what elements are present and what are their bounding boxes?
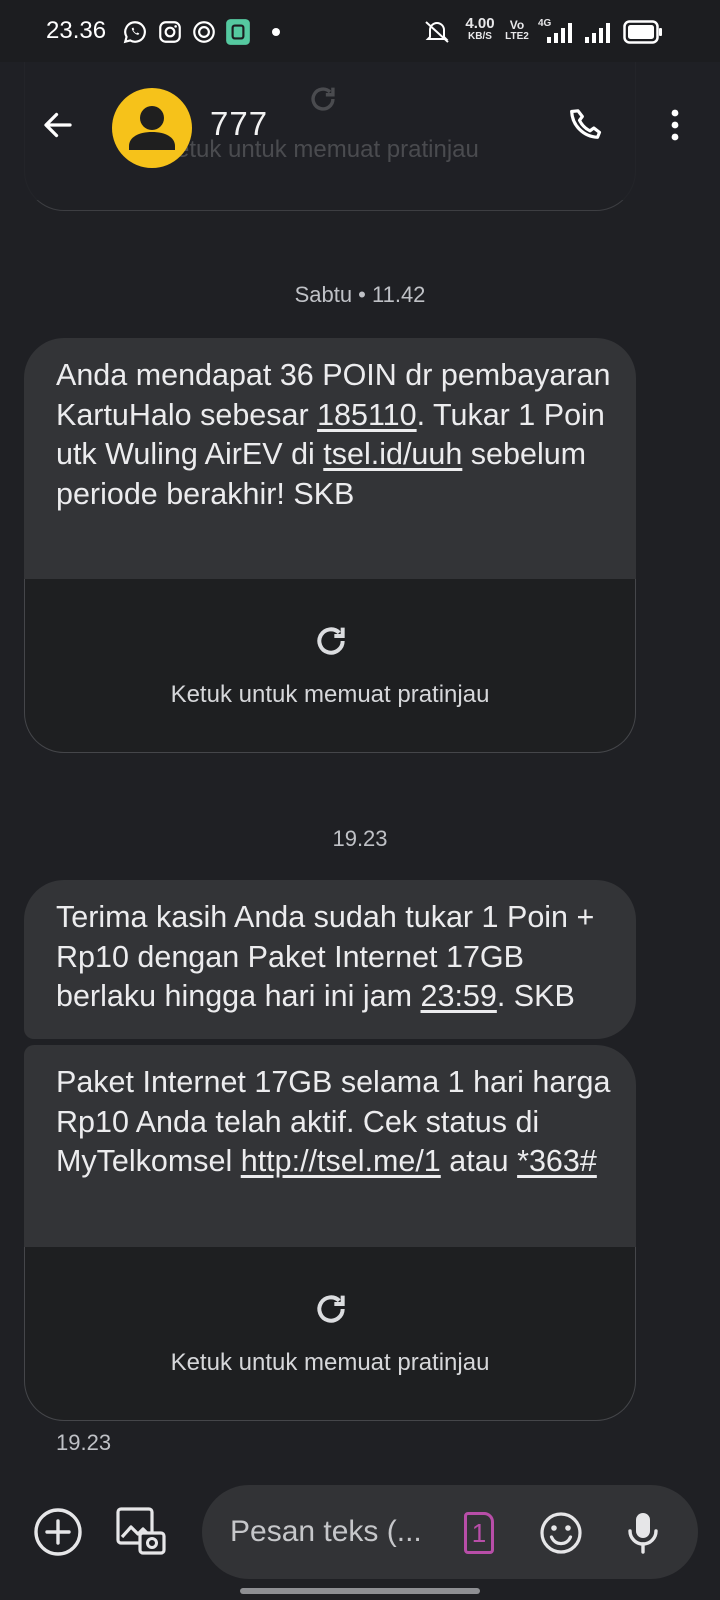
phone-icon — [570, 109, 602, 139]
sim-selector-button[interactable]: 1 — [464, 1512, 494, 1554]
battery-icon — [623, 20, 662, 44]
add-circle-icon — [34, 1508, 82, 1556]
message-link[interactable]: 23:59 — [421, 979, 497, 1013]
instagram-icon — [159, 21, 181, 43]
message-link[interactable]: http://tsel.me/1 — [241, 1144, 441, 1178]
emoji-button[interactable] — [532, 1504, 590, 1562]
message-bubble[interactable]: Terima kasih Anda sudah tukar 1 Poin + R… — [24, 880, 636, 1039]
top-app-bar — [0, 62, 720, 200]
status-bar — [0, 0, 720, 62]
notification-dot-icon — [272, 28, 280, 36]
message-input-placeholder[interactable]: Pesan teks (... — [230, 1515, 440, 1549]
preview-label: Ketuk untuk memuat pratinjau — [170, 1349, 490, 1376]
preview-label: Ketuk untuk memuat pratinjau — [170, 681, 490, 708]
message-link[interactable]: 185110 — [317, 398, 417, 432]
voice-input-button[interactable] — [614, 1504, 672, 1562]
message-link[interactable]: *363# — [517, 1144, 597, 1178]
refresh-icon — [311, 87, 335, 111]
call-button[interactable] — [562, 100, 612, 150]
signal-icon — [585, 23, 610, 43]
link-preview-card[interactable]: Ketuk untuk memuat pratinjau — [24, 1247, 636, 1421]
signal-icon — [547, 23, 572, 43]
emoji-icon — [540, 1512, 582, 1554]
previous-preview-text: Ketuk untuk memuat pratinjau — [160, 136, 479, 163]
net-speed: 4.00 KB/S — [465, 15, 495, 42]
status-time: 23.36 — [46, 17, 107, 44]
mic-icon — [628, 1513, 658, 1554]
message-link[interactable]: tsel.id/uuh — [323, 437, 462, 471]
link-preview-card[interactable]: Ketuk untuk memuat pratinjau — [24, 579, 636, 753]
more-vert-icon — [671, 109, 679, 141]
refresh-icon — [317, 1295, 345, 1323]
whatsapp-icon — [123, 21, 146, 44]
message-timestamp: 19.23 — [56, 1430, 112, 1455]
add-attachment-button[interactable] — [29, 1503, 87, 1561]
more-options-button[interactable] — [650, 100, 700, 150]
contact-name[interactable]: 777 — [210, 105, 268, 143]
message-bubble[interactable]: Anda mendapat 36 POIN dr pembayaran Kart… — [24, 338, 636, 579]
person-icon — [129, 106, 175, 150]
volte-badge: Vo LTE2 — [505, 18, 529, 42]
gallery-button[interactable] — [112, 1503, 170, 1561]
refresh-icon — [317, 627, 345, 655]
contact-avatar[interactable] — [112, 88, 192, 168]
mute-icon — [425, 21, 449, 43]
date-separator: 19.23 — [332, 826, 388, 851]
threads-icon — [193, 21, 215, 43]
date-separator: Sabtu • 11.42 — [294, 282, 426, 307]
home-indicator[interactable] — [240, 1588, 480, 1594]
app-icon — [226, 19, 250, 45]
gallery-icon — [116, 1507, 166, 1555]
back-button[interactable] — [30, 97, 86, 153]
arrow-back-icon — [44, 112, 72, 138]
message-bubble[interactable]: Paket Internet 17GB selama 1 hari harga … — [24, 1045, 636, 1247]
